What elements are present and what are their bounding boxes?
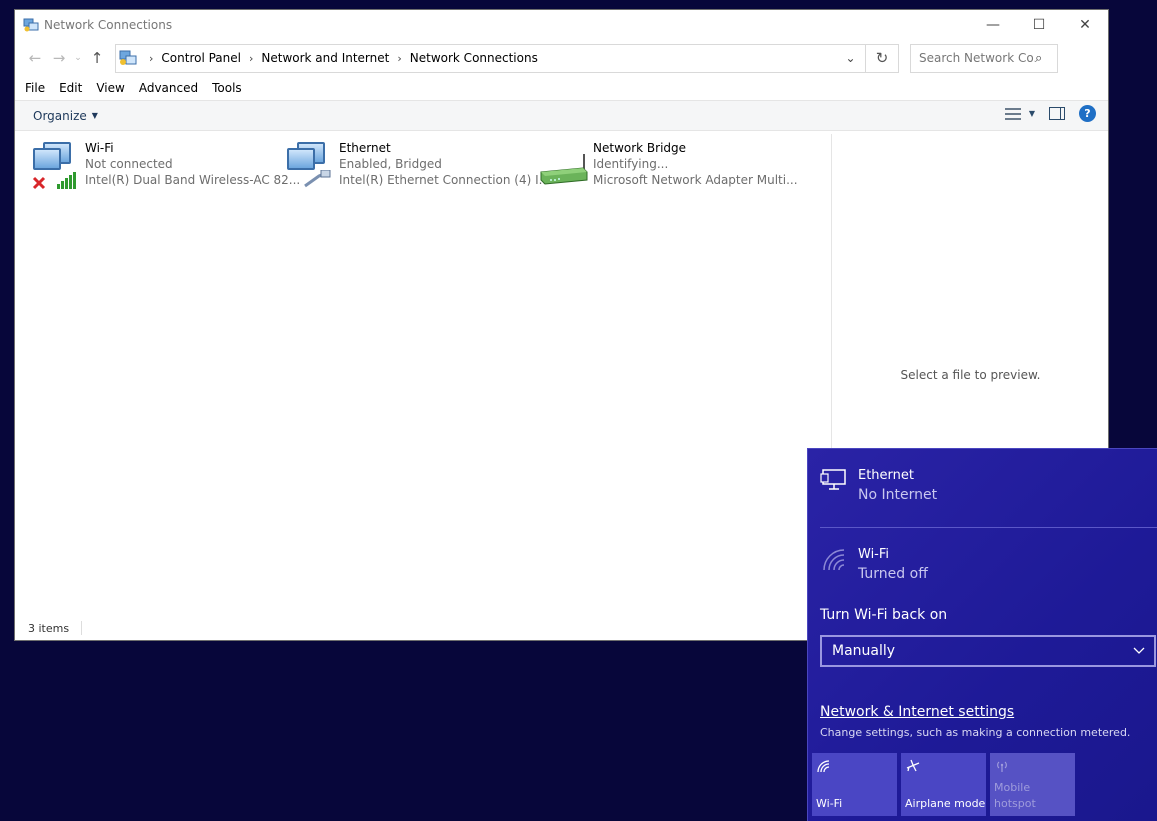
- forward-button[interactable]: →: [47, 44, 71, 72]
- item-device: Intel(R) Ethernet Connection (4) I...: [339, 173, 551, 187]
- airplane-mode-tile[interactable]: Airplane mode: [901, 753, 986, 816]
- recent-locations-button[interactable]: ⌄: [71, 44, 85, 72]
- mobile-hotspot-tile-label: Mobile hotspot: [994, 781, 1036, 810]
- wifi-off-icon: [820, 546, 848, 572]
- refresh-button[interactable]: ↻: [866, 49, 898, 67]
- wifi-tile[interactable]: Wi-Fi: [812, 753, 897, 816]
- address-dropdown-button[interactable]: ⌄: [836, 44, 866, 72]
- menu-advanced[interactable]: Advanced: [139, 81, 198, 95]
- breadcrumb-separator[interactable]: ›: [397, 52, 401, 65]
- wifi-icon: [816, 759, 893, 777]
- breadcrumb-network-connections[interactable]: Network Connections: [410, 51, 538, 65]
- network-connections-app-icon: [23, 17, 39, 33]
- wifi-adapter-disconnected-icon: [31, 140, 83, 190]
- preview-message: Select a file to preview.: [900, 368, 1041, 382]
- organize-caret-icon: ▼: [91, 111, 98, 120]
- control-panel-icon: [119, 49, 137, 67]
- window-title: Network Connections: [44, 18, 173, 32]
- minimize-button[interactable]: —: [970, 10, 1016, 40]
- item-status: Enabled, Bridged: [339, 157, 442, 171]
- airplane-icon: [905, 759, 982, 779]
- item-status: Not connected: [85, 157, 173, 171]
- flyout-connection-wifi[interactable]: Wi-Fi Turned off: [820, 546, 928, 584]
- close-button[interactable]: ✕: [1062, 10, 1108, 40]
- network-settings-link[interactable]: Network & Internet settings: [820, 704, 1014, 720]
- mobile-hotspot-icon: [994, 759, 1071, 777]
- dropdown-value: Manually: [832, 643, 896, 659]
- command-bar: Organize ▼ ▼ ?: [15, 100, 1108, 131]
- breadcrumb-control-panel[interactable]: Control Panel: [161, 51, 241, 65]
- item-name: Ethernet: [339, 141, 391, 155]
- item-status: Identifying...: [593, 157, 669, 171]
- wifi-tile-label: Wi-Fi: [816, 797, 843, 810]
- airplane-mode-tile-label: Airplane mode: [905, 797, 986, 810]
- menu-bar: File Edit View Advanced Tools: [15, 76, 1108, 100]
- status-separator: [81, 621, 83, 635]
- help-button[interactable]: ?: [1079, 105, 1096, 122]
- file-list: Wi-Fi Not connected Intel(R) Dual Band W…: [15, 134, 831, 616]
- connection-item-ethernet[interactable]: Ethernet Enabled, Bridged Intel(R) Ether…: [285, 140, 550, 190]
- menu-view[interactable]: View: [96, 81, 124, 95]
- navigation-bar: ← → ⌄ ↑ › Control Panel › Network and In…: [15, 40, 1108, 76]
- menu-tools[interactable]: Tools: [212, 81, 242, 95]
- connection-item-wifi[interactable]: Wi-Fi Not connected Intel(R) Dual Band W…: [31, 140, 300, 190]
- item-device: Intel(R) Dual Band Wireless-AC 82...: [85, 173, 301, 187]
- turn-wifi-on-label: Turn Wi-Fi back on: [820, 607, 948, 623]
- turn-wifi-on-dropdown[interactable]: Manually: [820, 635, 1156, 667]
- ethernet-status: No Internet: [858, 487, 938, 503]
- flyout-connection-ethernet[interactable]: Ethernet No Internet: [820, 467, 937, 505]
- search-input[interactable]: Search Network Co...: [919, 51, 1035, 65]
- maximize-button[interactable]: ☐: [1016, 10, 1062, 40]
- ethernet-name: Ethernet: [858, 468, 914, 483]
- view-caret-icon: ▼: [1028, 109, 1035, 118]
- chevron-down-icon: [1124, 644, 1154, 658]
- mobile-hotspot-tile[interactable]: Mobile hotspot: [990, 753, 1075, 816]
- quick-action-tiles: Wi-Fi Airplane mode Mobile hotspot: [812, 753, 1075, 816]
- item-name: Network Bridge: [593, 141, 687, 155]
- menu-file[interactable]: File: [25, 81, 45, 95]
- connection-item-network-bridge[interactable]: Network Bridge Identifying... Microsoft …: [539, 140, 798, 190]
- search-icon[interactable]: ⌕: [1035, 51, 1057, 66]
- ethernet-icon: [820, 467, 848, 493]
- up-button[interactable]: ↑: [85, 44, 109, 72]
- flyout-divider: [820, 527, 1157, 528]
- item-count: 3 items: [28, 621, 70, 635]
- ethernet-adapter-icon: [285, 140, 337, 190]
- change-view-button[interactable]: ▼: [1004, 107, 1035, 121]
- network-settings-hint: Change settings, such as making a connec…: [820, 726, 1131, 739]
- address-bar[interactable]: › Control Panel › Network and Internet ›…: [115, 43, 899, 73]
- organize-button[interactable]: Organize ▼: [33, 109, 98, 123]
- breadcrumb-separator: ›: [149, 51, 154, 65]
- preview-pane-button[interactable]: [1049, 107, 1065, 120]
- breadcrumb-separator[interactable]: ›: [249, 52, 253, 65]
- back-button[interactable]: ←: [23, 44, 47, 72]
- menu-edit[interactable]: Edit: [59, 81, 82, 95]
- wifi-status: Turned off: [858, 566, 928, 582]
- view-options-icon: [1004, 107, 1021, 121]
- breadcrumb-network-and-internet[interactable]: Network and Internet: [261, 51, 389, 65]
- title-bar: Network Connections — ☐ ✕: [15, 10, 1108, 40]
- network-flyout: Ethernet No Internet Wi-Fi Turned off Tu…: [807, 448, 1157, 821]
- item-name: Wi-Fi: [85, 141, 114, 155]
- search-box[interactable]: Search Network Co... ⌕: [910, 43, 1058, 73]
- organize-label: Organize: [33, 108, 87, 123]
- network-bridge-icon: [539, 140, 591, 190]
- wifi-name: Wi-Fi: [858, 547, 890, 562]
- item-device: Microsoft Network Adapter Multi...: [593, 173, 798, 187]
